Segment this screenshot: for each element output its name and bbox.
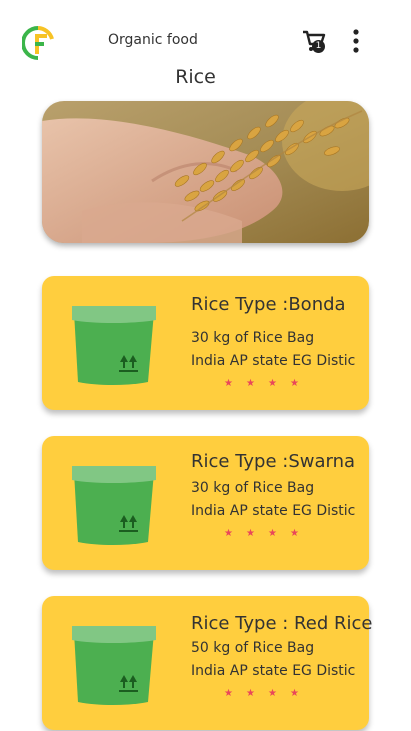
star-icon: ★ (224, 378, 233, 389)
product-origin: India AP state EG Distic (191, 663, 356, 679)
star-icon: ★ (224, 688, 233, 699)
rice-bag-icon (72, 626, 156, 705)
product-title: Rice Type :Bonda (191, 294, 346, 315)
star-icon: ★ (268, 378, 277, 389)
product-weight: 30 kg of Rice Bag (191, 330, 315, 346)
product-origin: India AP state EG Distic (191, 353, 356, 369)
star-icon: ★ (268, 528, 277, 539)
product-card[interactable]: Rice Type : Red Rice 50 kg of Rice Bag I… (42, 596, 373, 730)
star-icon: ★ (290, 688, 299, 699)
star-icon: ★ (290, 528, 299, 539)
star-icon: ★ (246, 528, 255, 539)
product-rating: ★ ★ ★ ★ (222, 529, 302, 539)
rice-bag-icon (72, 306, 156, 385)
product-origin: India AP state EG Distic (191, 503, 356, 519)
more-vertical-icon[interactable] (347, 28, 365, 54)
star-icon: ★ (224, 528, 233, 539)
leaf-f-logo-icon (22, 26, 54, 60)
rice-bag-icon (72, 466, 156, 545)
product-weight: 50 kg of Rice Bag (191, 640, 315, 656)
app-bar: Organic food 1 Rice (0, 0, 411, 90)
product-card[interactable]: Rice Type :Swarna 30 kg of Rice Bag Indi… (42, 436, 369, 570)
star-icon: ★ (290, 378, 299, 389)
page-title: Rice (175, 66, 216, 88)
star-icon: ★ (246, 378, 255, 389)
app-name: Organic food (108, 32, 198, 48)
product-weight: 30 kg of Rice Bag (191, 480, 315, 496)
product-card[interactable]: Rice Type :Bonda 30 kg of Rice Bag India… (42, 276, 369, 410)
product-title: Rice Type : Red Rice (191, 613, 373, 634)
product-rating: ★ ★ ★ ★ (222, 689, 302, 699)
star-icon: ★ (268, 688, 277, 699)
cart-count-badge: 1 (312, 40, 325, 53)
product-rating: ★ ★ ★ ★ (222, 379, 302, 389)
product-title: Rice Type :Swarna (191, 451, 356, 472)
hero-rice-image (42, 101, 369, 243)
star-icon: ★ (246, 688, 255, 699)
